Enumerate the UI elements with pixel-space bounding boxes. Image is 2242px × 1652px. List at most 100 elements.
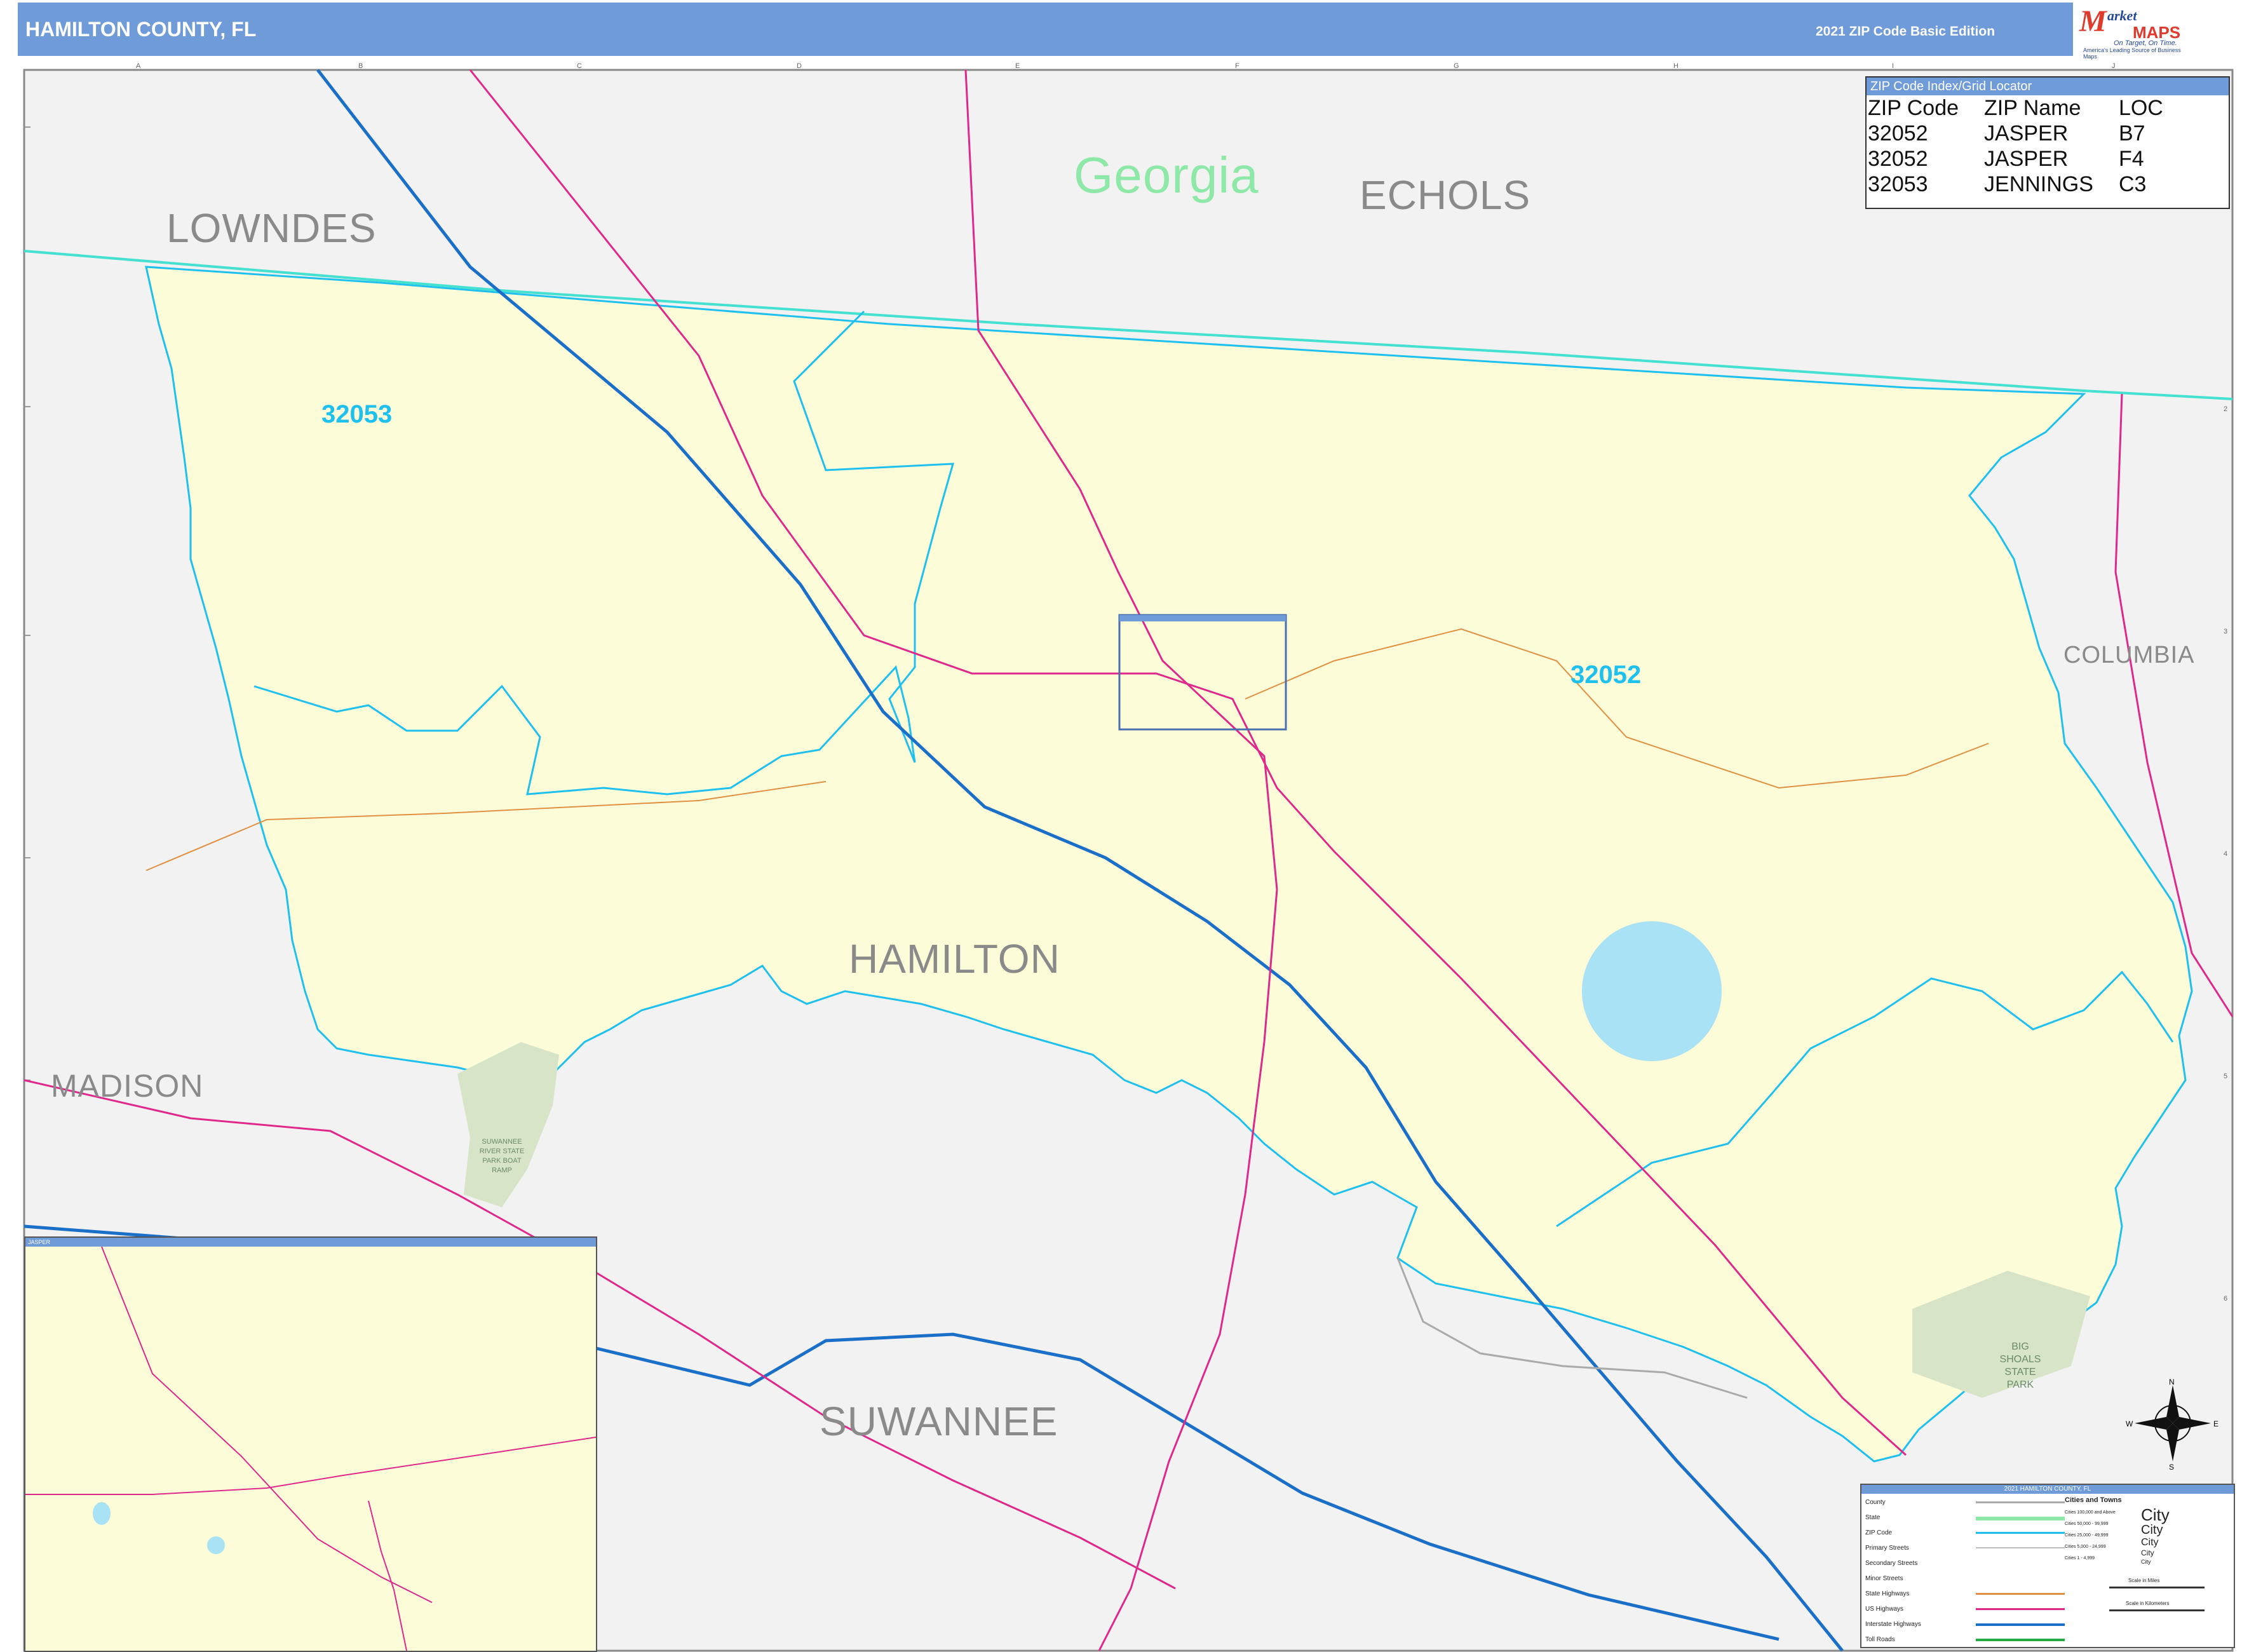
park-label-big-shoals: BIG SHOALS STATE PARK bbox=[1999, 1341, 2041, 1390]
compass-w: W bbox=[2126, 1419, 2133, 1428]
legend-title: 2021 HAMILTON COUNTY, FL bbox=[1861, 1485, 2234, 1494]
cell-name: JASPER bbox=[1984, 147, 2069, 171]
col-zip-code: ZIP Code bbox=[1868, 96, 1959, 120]
cell-name: JENNINGS bbox=[1984, 172, 2093, 196]
cell-loc: F4 bbox=[2118, 147, 2144, 171]
county-label-hamilton: HAMILTON bbox=[849, 936, 1060, 982]
legend-state-highways: State Highways bbox=[1865, 1590, 1910, 1597]
compass-e: E bbox=[2213, 1419, 2219, 1428]
county-label-columbia: COLUMBIA bbox=[2063, 642, 2195, 668]
logo-arket: arket bbox=[2107, 8, 2137, 24]
legend-line-zip bbox=[1976, 1532, 2065, 1534]
grid-col-f: F bbox=[1235, 62, 1239, 70]
col-loc: LOC bbox=[2118, 96, 2163, 120]
legend-zip: ZIP Code bbox=[1865, 1529, 1893, 1536]
inset-us-highway bbox=[101, 1246, 433, 1603]
cell-name: JASPER bbox=[1984, 121, 2069, 146]
grid-col-i: I bbox=[1892, 62, 1894, 70]
county-label-lowndes: LOWNDES bbox=[166, 205, 377, 251]
grid-col-j: J bbox=[2112, 62, 2116, 70]
legend-minor-streets: Minor Streets bbox=[1865, 1575, 1903, 1582]
zip-label-32053[interactable]: 32053 bbox=[321, 400, 392, 429]
cell-zip: 32052 bbox=[1868, 147, 1928, 171]
zip-index-panel: ZIP Code Index/Grid Locator ZIP Code ZIP… bbox=[1865, 76, 2230, 209]
grid-col-h: H bbox=[1673, 62, 1678, 70]
grid-col-c: C bbox=[577, 62, 582, 70]
legend-city-sample-2: City bbox=[2141, 1523, 2163, 1537]
table-row[interactable]: 32053 JENNINGS C3 bbox=[1868, 172, 2189, 197]
cell-zip: 32052 bbox=[1868, 121, 1928, 146]
edition-label: 2021 ZIP Code Basic Edition bbox=[1816, 24, 1996, 39]
logo-subtitle: America's Leading Source of Business Map… bbox=[2083, 47, 2181, 60]
logo-tagline: On Target, On Time. bbox=[2114, 39, 2177, 47]
legend-scale-bar-km bbox=[2109, 1609, 2205, 1611]
inset-title: JASPER bbox=[25, 1238, 596, 1247]
grid-col-b: B bbox=[358, 62, 363, 70]
jasper-inset-map[interactable]: JASPER bbox=[24, 1236, 597, 1652]
legend-scale-km: Scale in Kilometers bbox=[2126, 1601, 2170, 1606]
market-maps-logo[interactable]: M arket MAPS On Target, On Time. America… bbox=[2074, 1, 2189, 60]
inset-lake bbox=[207, 1536, 225, 1554]
legend-line-us-hwy bbox=[1976, 1608, 2065, 1610]
legend-city-sample-3: City bbox=[2141, 1537, 2159, 1548]
legend-scale-miles: Scale in Miles bbox=[2128, 1578, 2160, 1583]
county-label-suwannee: SUWANNEE bbox=[820, 1398, 1058, 1444]
legend-line-county bbox=[1976, 1501, 2065, 1503]
col-zip-name: ZIP Name bbox=[1984, 96, 2081, 120]
legend-primary-streets: Primary Streets bbox=[1865, 1545, 1909, 1552]
grid-row-5: 5 bbox=[2224, 1073, 2228, 1080]
legend-us-highways: US Highways bbox=[1865, 1606, 1904, 1613]
zip-label-32052[interactable]: 32052 bbox=[1570, 661, 1641, 689]
jasper-locator-bar bbox=[1119, 615, 1286, 621]
logo-m: M bbox=[2079, 4, 2107, 38]
grid-col-e: E bbox=[1015, 62, 1020, 70]
table-row[interactable]: 32052 JASPER B7 bbox=[1868, 121, 2189, 146]
grid-row-2: 2 bbox=[2224, 405, 2228, 413]
legend-county: County bbox=[1865, 1499, 1886, 1506]
grid-col-g: G bbox=[1454, 62, 1459, 70]
legend-line-state-hwy bbox=[1976, 1593, 2065, 1595]
legend-cities-title: Cities and Towns bbox=[2065, 1496, 2122, 1504]
table-row[interactable]: 32052 JASPER F4 bbox=[1868, 146, 2189, 172]
grid-row-6: 6 bbox=[2224, 1295, 2228, 1303]
grid-column-labels: A B C D E F G H I J bbox=[24, 62, 2232, 71]
inset-us-highway-south bbox=[368, 1500, 407, 1651]
grid-row-4: 4 bbox=[2224, 850, 2228, 858]
county-label-madison: MADISON bbox=[51, 1068, 204, 1104]
legend-secondary-streets: Secondary Streets bbox=[1865, 1560, 1918, 1567]
legend-line-primary bbox=[1976, 1547, 2065, 1548]
legend-city-sample-4: City bbox=[2141, 1548, 2154, 1557]
grid-col-a: A bbox=[136, 62, 141, 70]
header-bar: HAMILTON COUNTY, FL 2021 ZIP Code Basic … bbox=[18, 3, 2073, 56]
legend-scale-bar-miles bbox=[2109, 1587, 2205, 1588]
grid-row-labels: 1 2 3 4 5 6 7 bbox=[2224, 70, 2232, 1646]
cell-loc: B7 bbox=[2118, 121, 2145, 146]
inset-canvas bbox=[25, 1246, 596, 1651]
legend-city-25k: Cities 25,000 - 49,999 bbox=[2065, 1533, 2109, 1538]
cell-zip: 32053 bbox=[1868, 172, 1928, 196]
lake bbox=[1582, 921, 1722, 1061]
compass-s: S bbox=[2169, 1463, 2175, 1472]
table-header-row: ZIP Code ZIP Name LOC bbox=[1868, 95, 2189, 121]
zip-index-table: ZIP Code ZIP Name LOC 32052 JASPER B7 32… bbox=[1868, 95, 2189, 197]
legend-city-sample-5: City bbox=[2141, 1559, 2151, 1565]
grid-col-d: D bbox=[797, 62, 802, 70]
state-label-georgia: Georgia bbox=[1074, 147, 1259, 203]
zip-index-title: ZIP Code Index/Grid Locator bbox=[1867, 78, 2229, 95]
legend-line-toll bbox=[1976, 1639, 2065, 1641]
legend-line-state bbox=[1976, 1517, 2065, 1520]
legend-city-5k: Cities 5,000 - 24,999 bbox=[2065, 1545, 2106, 1549]
legend-city-1: Cities 1 - 4,999 bbox=[2065, 1556, 2095, 1561]
legend-city-sample-1: City bbox=[2141, 1505, 2170, 1524]
county-label-echols: ECHOLS bbox=[1360, 172, 1531, 218]
compass-n: N bbox=[2169, 1378, 2175, 1386]
park-label-suwannee-river: SUWANNEE RIVER STATE PARK BOAT RAMP bbox=[479, 1138, 525, 1174]
legend-city-100k: Cities 100,000 and Above bbox=[2065, 1510, 2116, 1515]
cell-loc: C3 bbox=[2118, 172, 2147, 196]
legend-state: State bbox=[1865, 1514, 1881, 1521]
legend-toll-roads: Toll Roads bbox=[1865, 1636, 1895, 1643]
legend-interstate-highways: Interstate Highways bbox=[1865, 1621, 1921, 1628]
grid-row-3: 3 bbox=[2224, 628, 2228, 635]
inset-us-highway-90 bbox=[25, 1437, 596, 1495]
legend-city-50k: Cities 50,000 - 99,999 bbox=[2065, 1522, 2109, 1526]
